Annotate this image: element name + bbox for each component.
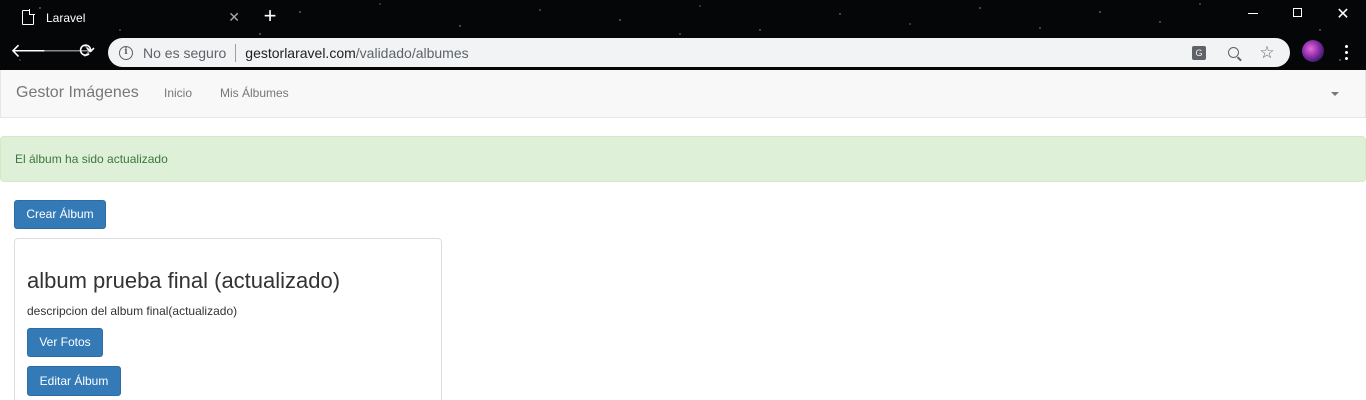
maximize-icon	[1292, 8, 1302, 17]
forward-arrow-icon[interactable]: 🡒	[42, 40, 93, 64]
create-album-button[interactable]: Crear Álbum	[14, 200, 106, 229]
address-separator	[235, 43, 237, 62]
navbar-brand[interactable]: Gestor Imágenes	[16, 84, 139, 102]
album-description: descripcion del album final(actualizado)	[27, 304, 238, 318]
menu-kebab-icon[interactable]	[1338, 40, 1354, 64]
tab-title: Laravel	[46, 10, 86, 25]
nav-link-inicio[interactable]: Inicio	[164, 86, 192, 100]
edit-album-button[interactable]: Editar Álbum	[27, 366, 121, 396]
window-minimize-button[interactable]	[1238, 4, 1268, 20]
browser-chrome: Laravel ✕ + ✕ 🡐 🡒 ⟳ i No es seguro gesto…	[0, 0, 1366, 70]
album-card: album prueba final (actualizado) descrip…	[14, 238, 442, 400]
window-maximize-button[interactable]	[1282, 4, 1312, 20]
minimize-icon	[1248, 13, 1258, 14]
window-close-button[interactable]: ✕	[1328, 4, 1358, 24]
document-icon	[22, 9, 35, 25]
bookmark-star-icon[interactable]: ☆	[1256, 42, 1278, 64]
url-host: gestorlaravel.com	[245, 44, 356, 61]
view-photos-button[interactable]: Ver Fotos	[27, 328, 103, 357]
new-tab-button[interactable]: +	[260, 4, 280, 28]
profile-avatar[interactable]	[1302, 40, 1324, 62]
user-dropdown-caret-icon[interactable]	[1331, 92, 1339, 96]
back-arrow-icon[interactable]: 🡐	[10, 40, 61, 64]
info-icon[interactable]: i	[119, 45, 133, 60]
album-title: album prueba final (actualizado)	[27, 268, 341, 293]
translate-icon[interactable]: G	[1188, 42, 1210, 64]
success-alert: El álbum ha sido actualizado	[0, 136, 1366, 182]
security-label: No es seguro	[143, 44, 227, 61]
tab-close-icon[interactable]: ✕	[228, 9, 240, 26]
browser-tab[interactable]: Laravel ✕	[8, 2, 250, 33]
reload-icon[interactable]: ⟳	[75, 40, 99, 64]
nav-link-mis-albumes[interactable]: Mis Álbumes	[220, 86, 289, 100]
url-path: /validado/albumes	[355, 44, 469, 61]
zoom-out-icon[interactable]	[1222, 42, 1244, 64]
app-navbar: Gestor Imágenes Inicio Mis Álbumes	[0, 70, 1366, 118]
address-bar[interactable]: i No es seguro gestorlaravel.com /valida…	[108, 38, 1290, 67]
